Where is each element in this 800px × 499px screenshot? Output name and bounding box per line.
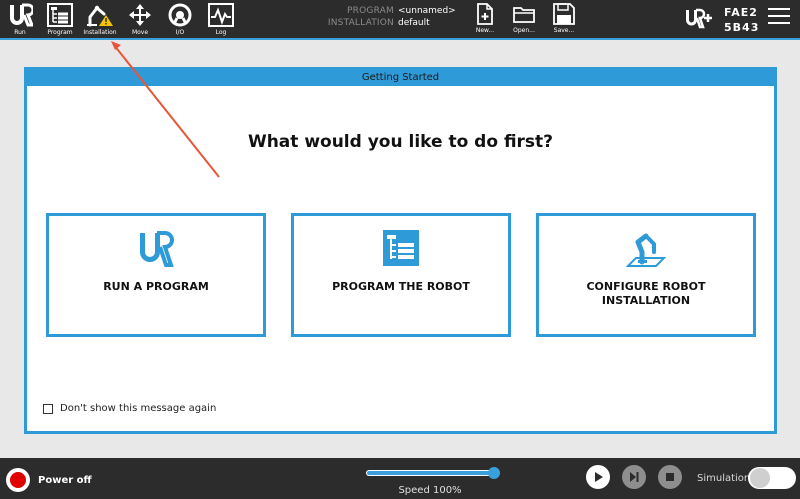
save-file-button[interactable]: Save...	[550, 0, 578, 38]
robot-serial: FAE2 5B43	[724, 5, 759, 35]
new-file-button[interactable]: New...	[472, 0, 498, 38]
installation-tab[interactable]: Installation	[82, 0, 118, 38]
log-icon	[208, 3, 234, 27]
run-tab[interactable]: Run	[6, 0, 34, 38]
step-button[interactable]	[622, 465, 646, 489]
configure-installation-label: CONFIGURE ROBOT INSTALLATION	[586, 280, 706, 307]
installation-key: INSTALLATION	[327, 18, 394, 28]
ur-logo-icon	[140, 231, 174, 267]
stop-button[interactable]	[658, 465, 682, 489]
ur-logo-icon	[10, 3, 33, 27]
step-forward-icon	[630, 472, 639, 482]
dialog-title: Getting Started	[27, 70, 774, 86]
program-key: PROGRAM	[347, 6, 394, 16]
save-icon	[553, 3, 575, 25]
open-file-label: Open...	[513, 27, 535, 34]
installation-name: default	[398, 18, 430, 28]
simulation-toggle[interactable]	[748, 467, 796, 489]
dont-show-again-toggle[interactable]: Don't show this message again	[43, 403, 216, 414]
speed-slider-fill	[367, 471, 493, 475]
new-file-label: New...	[475, 27, 495, 34]
serial-line-1: FAE2	[724, 6, 758, 19]
power-label: Power off	[38, 474, 92, 486]
speed-slider-thumb[interactable]	[488, 467, 500, 479]
move-tab[interactable]: Move	[124, 0, 156, 38]
serial-line-2: 5B43	[724, 21, 760, 34]
open-file-button[interactable]: Open...	[510, 0, 538, 38]
run-program-label: RUN A PROGRAM	[103, 280, 209, 293]
speed-slider[interactable]	[366, 467, 500, 479]
play-icon	[595, 472, 603, 482]
dialog-question: What would you like to do first?	[247, 132, 554, 152]
speed-label: Speed 100%	[398, 485, 462, 496]
power-button[interactable]: Power off	[6, 468, 92, 492]
program-name: <unnamed>	[398, 6, 456, 16]
installation-tab-label: Installation	[83, 29, 117, 36]
new-file-icon	[477, 3, 493, 25]
stop-icon	[666, 473, 674, 481]
run-program-option[interactable]: RUN A PROGRAM	[46, 213, 266, 337]
dont-show-again-checkbox[interactable]	[43, 403, 53, 414]
run-tab-label: Run	[14, 29, 26, 36]
program-tab-label: Program	[47, 29, 73, 36]
io-tab[interactable]: I/O	[164, 0, 196, 38]
play-button[interactable]	[586, 465, 610, 489]
program-icon	[47, 3, 73, 27]
program-robot-option[interactable]: PROGRAM THE ROBOT	[291, 213, 511, 337]
program-tab[interactable]: Program	[44, 0, 76, 38]
log-tab-label: Log	[215, 29, 227, 36]
bottom-toolbar: Power off Speed 100% Simulation	[0, 458, 800, 499]
simulation-toggle-knob	[750, 468, 770, 488]
getting-started-dialog: Getting Started What would you like to d…	[24, 67, 777, 434]
hamburger-menu-icon[interactable]	[768, 8, 790, 28]
installation-icon	[87, 5, 113, 27]
dont-show-again-label: Don't show this message again	[60, 403, 217, 414]
ur-plus-logo-icon	[686, 8, 712, 29]
move-icon	[129, 4, 151, 26]
save-file-label: Save...	[553, 27, 575, 34]
top-toolbar: Run Program Installation Move I/O Log PR…	[0, 0, 800, 38]
io-icon	[168, 3, 192, 27]
program-robot-label: PROGRAM THE ROBOT	[332, 280, 470, 293]
io-tab-label: I/O	[175, 29, 185, 36]
configure-installation-option[interactable]: CONFIGURE ROBOT INSTALLATION	[536, 213, 756, 337]
program-icon	[383, 230, 419, 266]
power-icon	[6, 468, 30, 492]
simulation-label: Simulation	[697, 473, 751, 484]
move-tab-label: Move	[131, 29, 149, 36]
program-info: PROGRAM <unnamed> INSTALLATION default	[300, 5, 470, 29]
open-folder-icon	[513, 7, 535, 23]
log-tab[interactable]: Log	[205, 0, 237, 38]
header-accent-line	[0, 38, 800, 40]
robot-arm-icon	[626, 233, 666, 267]
